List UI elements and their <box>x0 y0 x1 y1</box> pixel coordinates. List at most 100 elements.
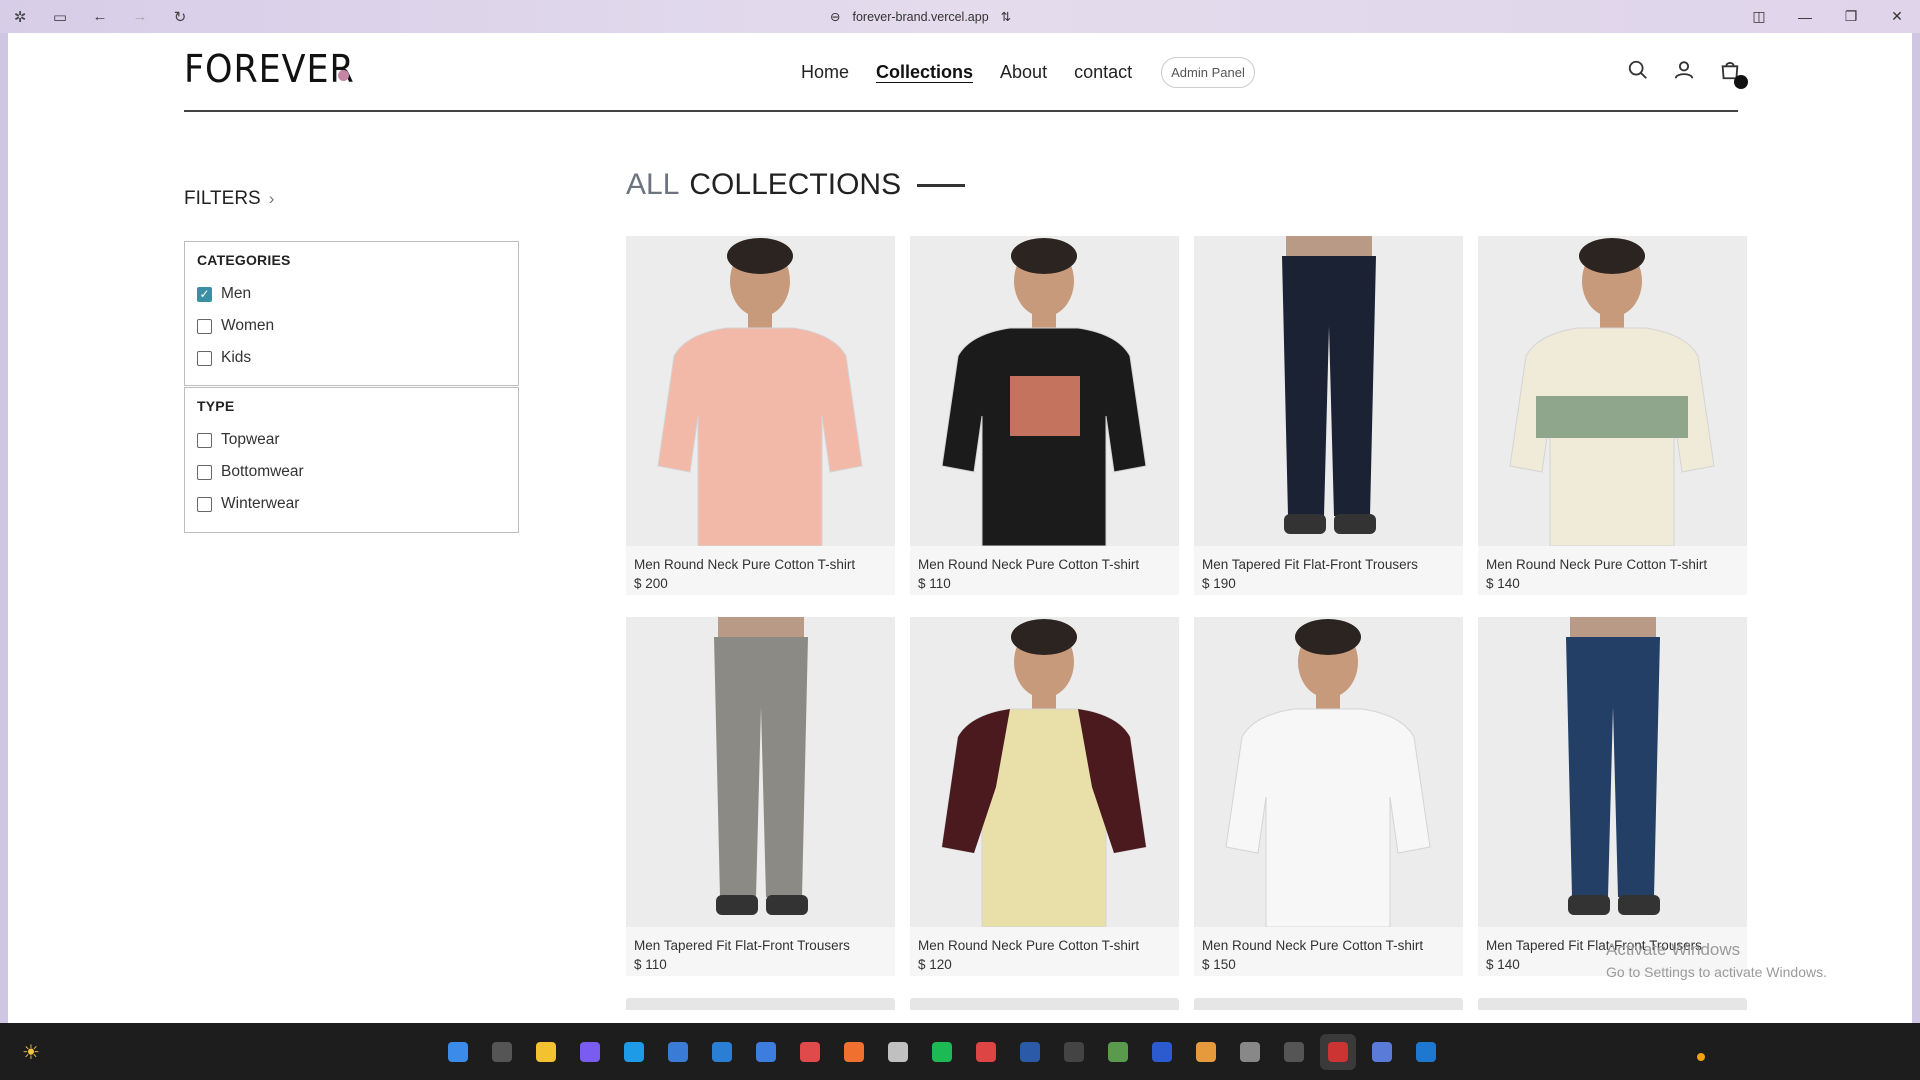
file-explorer-icon[interactable] <box>528 1034 564 1070</box>
reload-icon[interactable]: ↻ <box>160 0 200 33</box>
product-image[interactable] <box>626 617 895 927</box>
option-label: Kids <box>221 349 252 366</box>
extensions-icon[interactable]: ✲ <box>0 0 40 33</box>
product-price: $ 110 <box>918 576 951 591</box>
product-card[interactable]: Men Round Neck Pure Cotton T-shirt $ 110 <box>910 236 1179 595</box>
app-icon[interactable] <box>1320 1034 1356 1070</box>
category-option-men[interactable]: ✓ Men <box>197 278 506 310</box>
product-image[interactable] <box>1478 617 1747 927</box>
app-icon[interactable] <box>748 1034 784 1070</box>
weather-icon[interactable]: ☀ <box>16 1037 46 1067</box>
product-price: $ 120 <box>918 957 952 972</box>
search-icon[interactable] <box>484 1034 520 1070</box>
chrome-icon[interactable] <box>792 1034 828 1070</box>
app-icon[interactable] <box>836 1034 872 1070</box>
app-glyph <box>844 1042 864 1062</box>
nav-home[interactable]: Home <box>801 62 849 83</box>
windows-start-icon[interactable] <box>440 1034 476 1070</box>
type-option-bottomwear[interactable]: Bottomwear <box>197 456 506 488</box>
product-card[interactable]: Men Tapered Fit Flat-Front Trousers $ 14… <box>1478 617 1747 976</box>
nav-about[interactable]: About <box>1000 62 1047 83</box>
checkbox[interactable] <box>197 496 212 512</box>
address-bar[interactable]: ⊖ forever-brand.vercel.app ⇅ <box>830 0 1011 33</box>
checkbox[interactable] <box>197 464 212 480</box>
search-icon[interactable] <box>1625 57 1651 83</box>
product-card[interactable]: Men Round Neck Pure Cotton T-shirt $ 140 <box>1478 236 1747 595</box>
logo-dot <box>338 70 349 81</box>
product-card-partial[interactable] <box>910 998 1179 1010</box>
category-option-women[interactable]: Women <box>197 310 506 342</box>
product-card[interactable]: Men Round Neck Pure Cotton T-shirt $ 200 <box>626 236 895 595</box>
next-row-peek <box>626 998 1747 1010</box>
checkbox[interactable] <box>197 432 212 448</box>
product-card[interactable]: Men Tapered Fit Flat-Front Trousers $ 19… <box>1194 236 1463 595</box>
cart-icon[interactable] <box>1717 57 1748 89</box>
product-card-partial[interactable] <box>1478 998 1747 1010</box>
brand-logo[interactable]: FOREVER <box>184 47 355 91</box>
category-heading: CATEGORIES <box>197 252 291 268</box>
app-icon[interactable] <box>1408 1034 1444 1070</box>
back-icon[interactable]: ← <box>80 0 120 33</box>
taskbar: ☀ <box>0 1023 1920 1080</box>
product-image[interactable] <box>910 236 1179 546</box>
site-info-icon[interactable]: ⊖ <box>830 9 840 24</box>
app-icon[interactable] <box>1364 1034 1400 1070</box>
product-card[interactable]: Men Tapered Fit Flat-Front Trousers $ 11… <box>626 617 895 976</box>
checkbox[interactable] <box>197 350 212 366</box>
vscode-icon[interactable] <box>704 1034 740 1070</box>
app-icon[interactable] <box>1100 1034 1136 1070</box>
app-icon[interactable] <box>1232 1034 1268 1070</box>
product-card-partial[interactable] <box>1194 998 1463 1010</box>
page-settings-icon[interactable]: ⇅ <box>1001 9 1011 24</box>
collection-title: ALL COLLECTIONS <box>626 168 966 202</box>
spotify-icon[interactable] <box>924 1034 960 1070</box>
split-view-icon[interactable]: ◫ <box>1736 0 1782 33</box>
app-icon[interactable] <box>1276 1034 1312 1070</box>
sidebar-toggle-icon[interactable]: ▭ <box>40 0 80 33</box>
checkbox[interactable] <box>197 318 212 334</box>
product-image[interactable] <box>1478 236 1747 546</box>
product-image[interactable] <box>626 236 895 546</box>
category-filter: CATEGORIES ✓ Men Women Kids <box>184 241 519 386</box>
filters-toggle[interactable]: FILTERS › <box>184 188 274 210</box>
product-image[interactable] <box>910 617 1179 927</box>
checkbox-checked-icon[interactable]: ✓ <box>197 286 212 302</box>
edge-icon[interactable] <box>616 1034 652 1070</box>
product-card-partial[interactable] <box>626 998 895 1010</box>
header-divider <box>184 110 1738 112</box>
product-image[interactable] <box>1194 617 1463 927</box>
minimize-button[interactable]: — <box>1782 0 1828 33</box>
user-icon[interactable] <box>1671 57 1697 83</box>
category-option-kids[interactable]: Kids <box>197 342 506 374</box>
notion-icon[interactable] <box>1056 1034 1092 1070</box>
copilot-icon[interactable] <box>572 1034 608 1070</box>
app-glyph <box>492 1042 512 1062</box>
app-icon[interactable] <box>1188 1034 1224 1070</box>
product-card[interactable]: Men Round Neck Pure Cotton T-shirt $ 150 <box>1194 617 1463 976</box>
forward-icon[interactable]: → <box>120 0 160 33</box>
app-glyph <box>536 1042 556 1062</box>
nav-contact[interactable]: contact <box>1074 62 1132 83</box>
store-icon[interactable] <box>660 1034 696 1070</box>
torso-shape <box>1570 617 1656 639</box>
cart-count-badge <box>1734 75 1748 89</box>
print-graphic-shape <box>1010 376 1080 436</box>
type-option-topwear[interactable]: Topwear <box>197 424 506 456</box>
restore-button[interactable]: ❐ <box>1828 0 1874 33</box>
app-icon[interactable] <box>880 1034 916 1070</box>
app-icon[interactable] <box>1144 1034 1180 1070</box>
app-icon[interactable] <box>968 1034 1004 1070</box>
product-name: Men Tapered Fit Flat-Front Trousers <box>634 938 850 953</box>
admin-panel-button[interactable]: Admin Panel <box>1161 57 1255 88</box>
type-option-winterwear[interactable]: Winterwear <box>197 488 506 520</box>
option-label: Women <box>221 317 275 334</box>
close-button[interactable]: ✕ <box>1874 0 1920 33</box>
app-glyph <box>580 1042 600 1062</box>
word-icon[interactable] <box>1012 1034 1048 1070</box>
product-card[interactable]: Men Round Neck Pure Cotton T-shirt $ 120 <box>910 617 1179 976</box>
app-glyph <box>1196 1042 1216 1062</box>
app-glyph <box>668 1042 688 1062</box>
option-label: Topwear <box>221 431 280 448</box>
nav-collections[interactable]: Collections <box>876 62 973 83</box>
product-image[interactable] <box>1194 236 1463 546</box>
